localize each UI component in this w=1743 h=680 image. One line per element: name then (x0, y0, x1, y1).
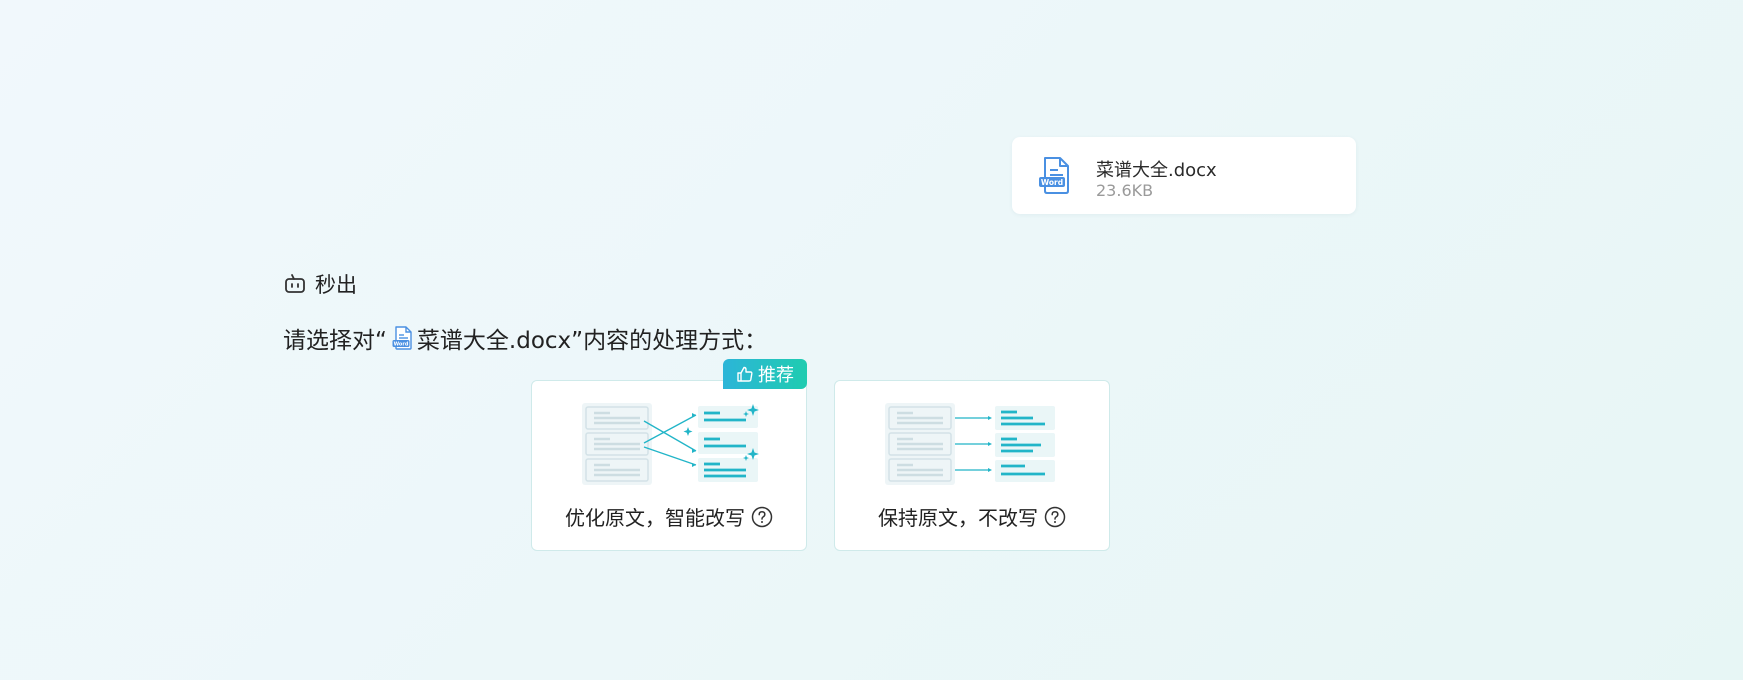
svg-text:Word: Word (394, 342, 409, 348)
prompt-file-name: 菜谱大全.docx (416, 328, 572, 354)
assistant-header: 秒出 (283, 269, 357, 299)
rewrite-illustration (582, 403, 759, 485)
word-document-icon: Word (392, 326, 412, 350)
thumbs-up-icon (737, 366, 753, 382)
recommend-badge: 推荐 (723, 359, 807, 389)
option-smart-rewrite[interactable]: 优化原文，智能改写 (531, 380, 807, 551)
robot-icon (285, 274, 305, 293)
option-smart-rewrite-label: 优化原文，智能改写 (532, 502, 806, 531)
prompt-prefix: 请选择对“ (283, 328, 387, 354)
prompt-message: 请选择对“ Word 菜谱大全.docx ”内容的处理方式： (283, 320, 767, 356)
help-circle-icon[interactable] (751, 506, 773, 528)
help-circle-icon[interactable] (1044, 506, 1066, 528)
option-keep-original[interactable]: 保持原文，不改写 (834, 380, 1110, 551)
svg-text:Word: Word (1041, 178, 1063, 187)
option-label-text: 保持原文，不改写 (878, 506, 1038, 530)
file-size: 23.6KB (1096, 181, 1154, 200)
word-document-icon: Word (1039, 157, 1069, 194)
option-keep-original-label: 保持原文，不改写 (835, 502, 1109, 531)
prompt-suffix: ”内容的处理方式： (571, 328, 768, 354)
uploaded-file-card[interactable]: Word 菜谱大全.docx 23.6KB (1012, 137, 1356, 214)
file-name: 菜谱大全.docx (1096, 160, 1217, 181)
option-label-text: 优化原文，智能改写 (565, 506, 745, 530)
badge-label: 推荐 (758, 365, 794, 386)
assistant-name: 秒出 (315, 273, 357, 297)
keep-original-illustration (885, 403, 1055, 485)
